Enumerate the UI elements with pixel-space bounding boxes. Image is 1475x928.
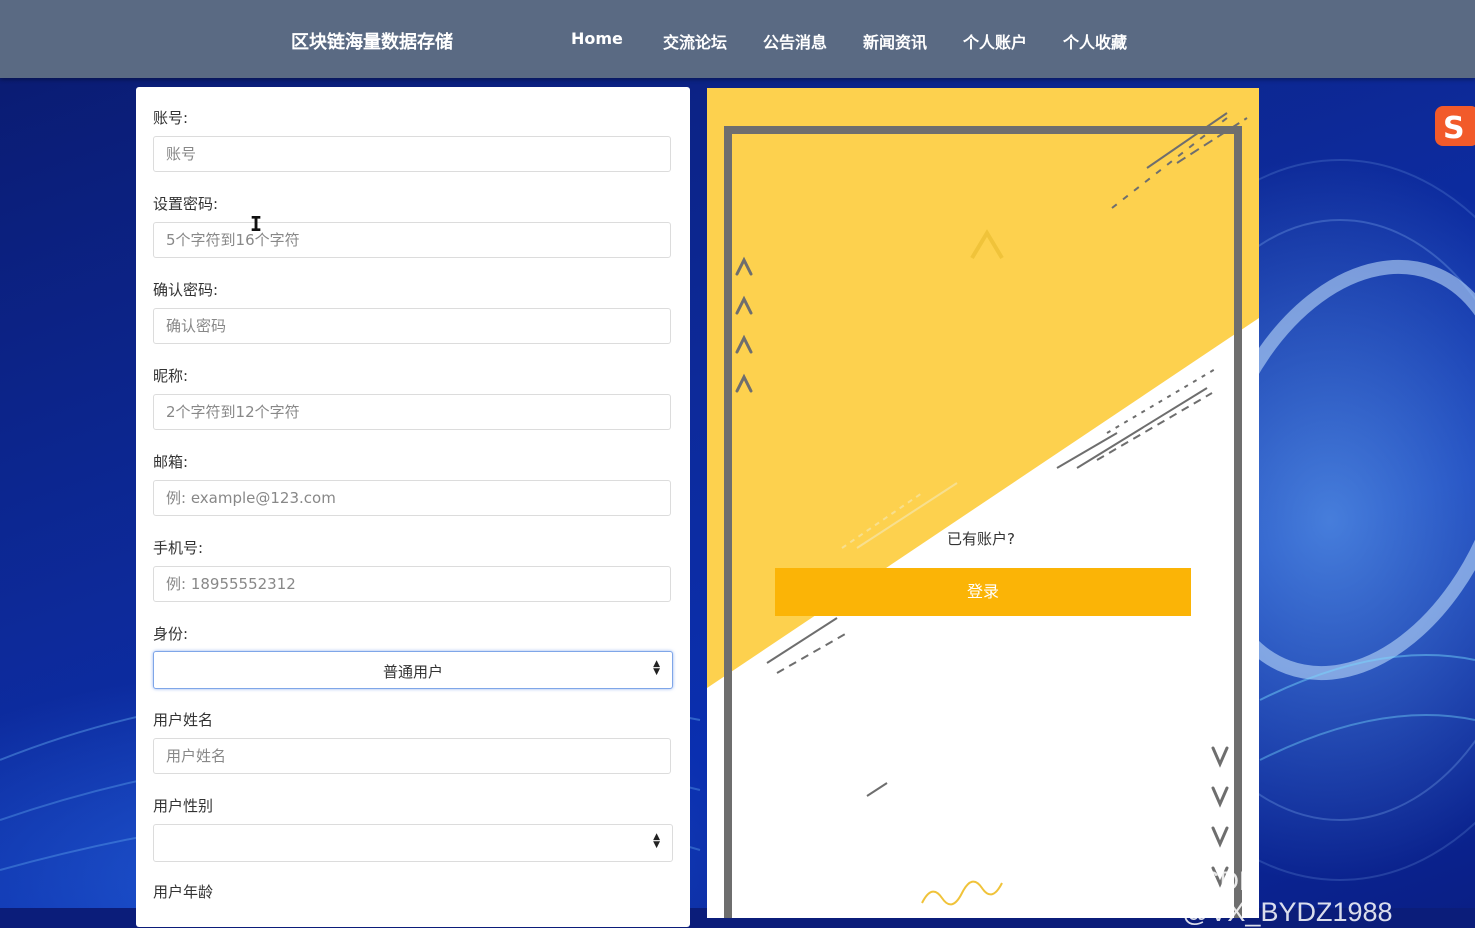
email-input[interactable] bbox=[153, 480, 671, 516]
nav-announcements[interactable]: 公告消息 bbox=[763, 29, 827, 53]
nickname-label: 昵称: bbox=[153, 367, 189, 385]
sogou-ime-icon[interactable]: S bbox=[1431, 102, 1475, 148]
side-panel-art bbox=[707, 88, 1259, 918]
phone-input[interactable] bbox=[153, 566, 671, 602]
nav-news[interactable]: 新闻资讯 bbox=[863, 29, 927, 53]
gender-select[interactable]: ▲ ▼ bbox=[153, 824, 673, 862]
email-label: 邮箱: bbox=[153, 453, 189, 471]
password-label: 设置密码: bbox=[153, 195, 219, 213]
nav-favorites[interactable]: 个人收藏 bbox=[1063, 29, 1127, 53]
age-label: 用户年龄 bbox=[153, 883, 214, 901]
role-label: 身份: bbox=[153, 625, 189, 643]
svg-text:S: S bbox=[1443, 111, 1465, 146]
login-side-panel: 已有账户? 登录 bbox=[707, 88, 1259, 918]
account-label: 账号: bbox=[153, 109, 189, 127]
select-arrows-icon: ▲ ▼ bbox=[653, 659, 660, 677]
nav-forum[interactable]: 交流论坛 bbox=[663, 29, 727, 53]
gender-label: 用户性别 bbox=[153, 797, 214, 815]
realname-label: 用户姓名 bbox=[153, 711, 214, 729]
role-select[interactable]: 普通用户 ▲ ▼ bbox=[153, 651, 673, 689]
csdn-watermark: CSDN @VX_BYDZ1988 bbox=[1182, 866, 1393, 927]
login-button[interactable]: 登录 bbox=[775, 568, 1191, 616]
select-arrows-icon: ▲ ▼ bbox=[653, 832, 660, 850]
account-input[interactable] bbox=[153, 136, 671, 172]
have-account-text: 已有账户? bbox=[947, 530, 1015, 548]
site-brand[interactable]: 区块链海量数据存储 bbox=[291, 28, 453, 54]
nav-account[interactable]: 个人账户 bbox=[963, 29, 1027, 53]
nav-home[interactable]: Home bbox=[571, 29, 623, 48]
realname-input[interactable] bbox=[153, 738, 671, 774]
text-cursor-icon: I bbox=[250, 212, 263, 236]
nickname-input[interactable] bbox=[153, 394, 671, 430]
phone-label: 手机号: bbox=[153, 539, 204, 557]
password-input[interactable] bbox=[153, 222, 671, 258]
top-navbar: 区块链海量数据存储 Home 交流论坛 公告消息 新闻资讯 个人账户 个人收藏 bbox=[0, 0, 1475, 78]
confirm-password-label: 确认密码: bbox=[153, 281, 219, 299]
confirm-password-input[interactable] bbox=[153, 308, 671, 344]
role-select-value: 普通用户 bbox=[382, 663, 443, 681]
register-form: 账号: 设置密码: 确认密码: 昵称: 邮箱: 手机号: 身份: 普通用户 ▲▼… bbox=[136, 87, 690, 927]
